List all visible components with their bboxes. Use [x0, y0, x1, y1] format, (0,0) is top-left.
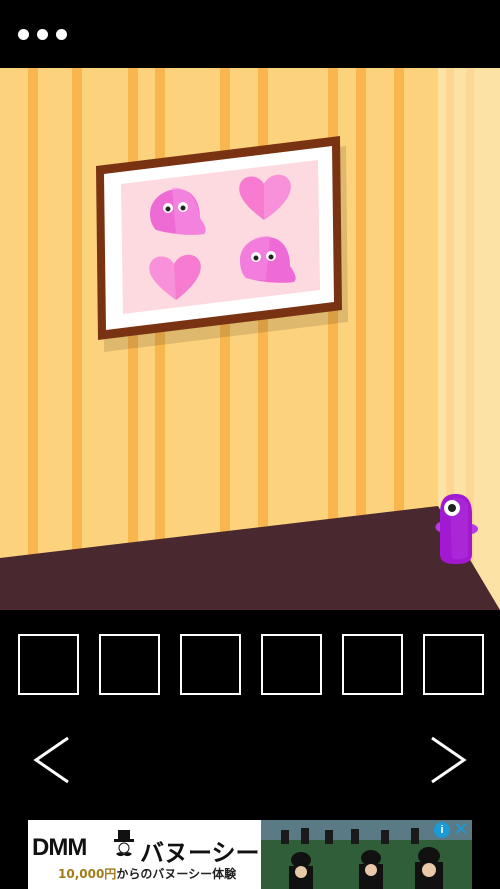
ad-close-icon[interactable]: ✕ — [452, 820, 470, 838]
hat-mustache-icon — [114, 830, 134, 857]
ad-brand: DMM — [32, 834, 87, 861]
top-bar — [0, 0, 500, 68]
inventory-slot[interactable] — [99, 634, 160, 695]
ad-banner[interactable]: DMM バヌーシー 10,000円からのバヌーシー体験 i ✕ — [28, 820, 472, 889]
ad-photo: i ✕ — [261, 820, 472, 889]
game-scene[interactable] — [0, 68, 500, 610]
ad-brand-name: バヌーシー — [140, 839, 260, 867]
more-dots-icon[interactable] — [18, 26, 70, 42]
inventory-slot[interactable] — [342, 634, 403, 695]
ad-subtitle: 10,000円からのバヌーシー体験 — [58, 865, 236, 882]
inventory-slot[interactable] — [18, 634, 79, 695]
ad-left-panel: DMM バヌーシー 10,000円からのバヌーシー体験 — [28, 820, 261, 889]
chevron-left-icon[interactable] — [30, 735, 74, 785]
inventory-slot[interactable] — [180, 634, 241, 695]
room-illustration — [0, 68, 500, 610]
inventory-slot[interactable] — [423, 634, 484, 695]
ad-sub-text: からのバヌーシー体験 — [116, 867, 237, 881]
ad-price: 10,000円 — [58, 867, 117, 881]
inventory-slot[interactable] — [261, 634, 322, 695]
inventory-bar — [18, 634, 484, 700]
ad-info-icon[interactable]: i — [434, 822, 450, 838]
chevron-right-icon[interactable] — [426, 735, 470, 785]
